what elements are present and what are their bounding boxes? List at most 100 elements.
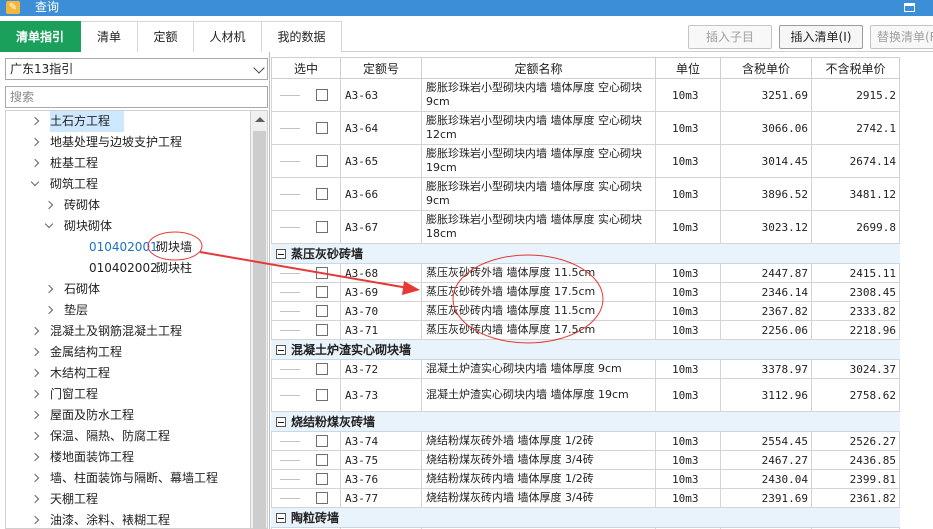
collapse-minus-icon[interactable]	[276, 249, 286, 259]
table-row[interactable]: A3-63 膨胀珍珠岩小型砌块内墙 墙体厚度 空心砌块 9cm 10m3 3251.6…	[271, 79, 900, 112]
tab-labor-material-machine[interactable]: 人材机	[194, 21, 262, 52]
table-row[interactable]: A3-72 混凝土炉渣实心砌块内墙 墙体厚度 9cm 10m3 3378.97 3024…	[271, 360, 900, 379]
col-unit[interactable]: 单位	[656, 57, 721, 79]
tree-node[interactable]: 010402002 砌块柱	[6, 258, 250, 279]
row-checkbox[interactable]	[316, 473, 328, 485]
table-row[interactable]: A3-71 蒸压灰砂砖内墙 墙体厚度 17.5cm 10m3 2256.06 2218.…	[271, 321, 900, 340]
tree-node[interactable]: 金属结构工程	[6, 342, 250, 363]
tree-node[interactable]: 砌块砌体	[6, 216, 250, 237]
chevron-down-icon[interactable]	[30, 177, 40, 187]
table-row[interactable]: A3-74 烧结粉煤灰砖外墙 墙体厚度 1/2砖 10m3 2554.45 2526.2…	[271, 432, 900, 451]
group-row[interactable]: 烧结粉煤灰砖墙	[271, 412, 900, 432]
scroll-up-icon[interactable]	[255, 117, 265, 122]
chevron-right-icon[interactable]	[30, 410, 40, 420]
row-checkbox[interactable]	[316, 286, 328, 298]
tree-node[interactable]: 保温、隔热、防腐工程	[6, 426, 250, 447]
row-checkbox[interactable]	[316, 267, 328, 279]
tree-scrollbar[interactable]	[250, 110, 268, 529]
row-checkbox[interactable]	[316, 389, 328, 401]
tree-node[interactable]: 地基处理与边坡支护工程	[6, 132, 250, 153]
chevron-right-icon[interactable]	[30, 116, 40, 126]
row-checkbox[interactable]	[316, 435, 328, 447]
tree-node[interactable]: 垫层	[6, 300, 250, 321]
search-input[interactable]	[5, 86, 268, 108]
tree-node[interactable]: 砌筑工程	[6, 174, 250, 195]
tree-node[interactable]: 天棚工程	[6, 489, 250, 510]
row-checkbox[interactable]	[316, 492, 328, 504]
table-row[interactable]: A3-73 混凝土炉渣实心砌块内墙 墙体厚度 19cm 10m3 3112.96 275…	[271, 379, 900, 412]
scroll-thumb[interactable]	[253, 131, 266, 529]
tree-node[interactable]: 油漆、涂料、裱糊工程	[6, 510, 250, 528]
chevron-right-icon[interactable]	[30, 452, 40, 462]
collapse-minus-icon[interactable]	[276, 345, 286, 355]
group-row[interactable]: 混凝土炉渣实心砌块墙	[271, 340, 900, 360]
col-select[interactable]: 选中	[271, 57, 341, 79]
row-checkbox[interactable]	[316, 363, 328, 375]
group-row[interactable]: 陶粒砖墙	[271, 508, 900, 528]
price-tax-cell: 2430.04	[721, 470, 812, 488]
tree-node[interactable]: 砖砌体	[6, 195, 250, 216]
table-row[interactable]: A3-64 膨胀珍珠岩小型砌块内墙 墙体厚度 空心砌块 12cm 10m3 3066.…	[271, 112, 900, 145]
tree-node[interactable]: 屋面及防水工程	[6, 405, 250, 426]
price-notax-cell: 2699.8	[812, 211, 900, 243]
row-checkbox[interactable]	[316, 324, 328, 336]
chevron-right-icon[interactable]	[44, 305, 54, 315]
insert-list-button[interactable]: 插入清单(I)	[779, 25, 863, 49]
maximize-icon[interactable]	[904, 3, 915, 12]
group-row[interactable]: 蒸压灰砂砖墙	[271, 244, 900, 264]
chevron-right-icon[interactable]	[30, 473, 40, 483]
row-checkbox[interactable]	[316, 188, 328, 200]
chevron-right-icon[interactable]	[30, 137, 40, 147]
table-row[interactable]: A3-66 膨胀珍珠岩小型砌块内墙 墙体厚度 实心砌块 9cm 10m3 3896.5…	[271, 178, 900, 211]
col-quota-name[interactable]: 定额名称	[422, 57, 656, 79]
tree-node[interactable]: 010402001 砌块墙	[6, 237, 250, 258]
tree-node[interactable]: 门窗工程	[6, 384, 250, 405]
chevron-right-icon[interactable]	[44, 284, 54, 294]
row-checkbox[interactable]	[316, 305, 328, 317]
col-quota-code[interactable]: 定额号	[341, 57, 422, 79]
collapse-minus-icon[interactable]	[276, 513, 286, 523]
tree-node[interactable]: 木结构工程	[6, 363, 250, 384]
tab-quota[interactable]: 定额	[138, 21, 194, 52]
chevron-right-icon[interactable]	[30, 389, 40, 399]
col-price-tax[interactable]: 含税单价	[721, 57, 812, 79]
table-row[interactable]: A3-69 蒸压灰砂砖外墙 墙体厚度 17.5cm 10m3 2346.14 2308.…	[271, 283, 900, 302]
tree-node[interactable]: 土石方工程	[30, 111, 124, 132]
select-cell	[271, 112, 341, 144]
table-row[interactable]: A3-68 蒸压灰砂砖外墙 墙体厚度 11.5cm 10m3 2447.87 2415.…	[271, 264, 900, 283]
chevron-right-icon[interactable]	[30, 158, 40, 168]
chevron-right-icon[interactable]	[30, 368, 40, 378]
collapse-minus-icon[interactable]	[276, 417, 286, 427]
tab-my-data[interactable]: 我的数据	[262, 21, 342, 52]
tree-node[interactable]: 墙、柱面装饰与隔断、幕墙工程	[6, 468, 250, 489]
insert-child-button[interactable]: 插入子目	[688, 25, 772, 49]
chevron-right-icon[interactable]	[30, 431, 40, 441]
tab-list[interactable]: 清单	[81, 21, 138, 52]
row-checkbox[interactable]	[316, 89, 328, 101]
chevron-right-icon[interactable]	[30, 515, 40, 525]
tree-node[interactable]: 石砌体	[6, 279, 250, 300]
chevron-right-icon[interactable]	[30, 494, 40, 504]
tree-connector	[280, 441, 300, 442]
chevron-right-icon[interactable]	[30, 326, 40, 336]
chevron-right-icon[interactable]	[30, 347, 40, 357]
tree-node[interactable]: 混凝土及钢筋混凝土工程	[6, 321, 250, 342]
tree-node[interactable]: 楼地面装饰工程	[6, 447, 250, 468]
col-price-notax[interactable]: 不含税单价	[812, 57, 900, 79]
library-select[interactable]: 广东13指引	[5, 58, 268, 80]
table-row[interactable]: A3-75 烧结粉煤灰砖外墙 墙体厚度 3/4砖 10m3 2467.27 2436.8…	[271, 451, 900, 470]
row-checkbox[interactable]	[316, 155, 328, 167]
table-row[interactable]: A3-67 膨胀珍珠岩小型砌块内墙 墙体厚度 实心砌块 18cm 10m3 3023.…	[271, 211, 900, 244]
table-row[interactable]: A3-70 蒸压灰砂砖内墙 墙体厚度 11.5cm 10m3 2367.82 2333.…	[271, 302, 900, 321]
chevron-down-icon[interactable]	[44, 219, 54, 229]
tab-list-guide[interactable]: 清单指引	[0, 21, 81, 52]
table-row[interactable]: A3-77 烧结粉煤灰砖内墙 墙体厚度 3/4砖 10m3 2391.69 2361.8…	[271, 489, 900, 508]
row-checkbox[interactable]	[316, 221, 328, 233]
chevron-right-icon[interactable]	[44, 200, 54, 210]
row-checkbox[interactable]	[316, 122, 328, 134]
row-checkbox[interactable]	[316, 454, 328, 466]
tree-node[interactable]: 桩基工程	[6, 153, 250, 174]
table-row[interactable]: A3-65 膨胀珍珠岩小型砌块内墙 墙体厚度 空心砌块 19cm 10m3 3014.…	[271, 145, 900, 178]
replace-list-button[interactable]: 替换清单(R	[870, 25, 933, 49]
table-row[interactable]: A3-76 烧结粉煤灰砖内墙 墙体厚度 1/2砖 10m3 2430.04 2399.8…	[271, 470, 900, 489]
